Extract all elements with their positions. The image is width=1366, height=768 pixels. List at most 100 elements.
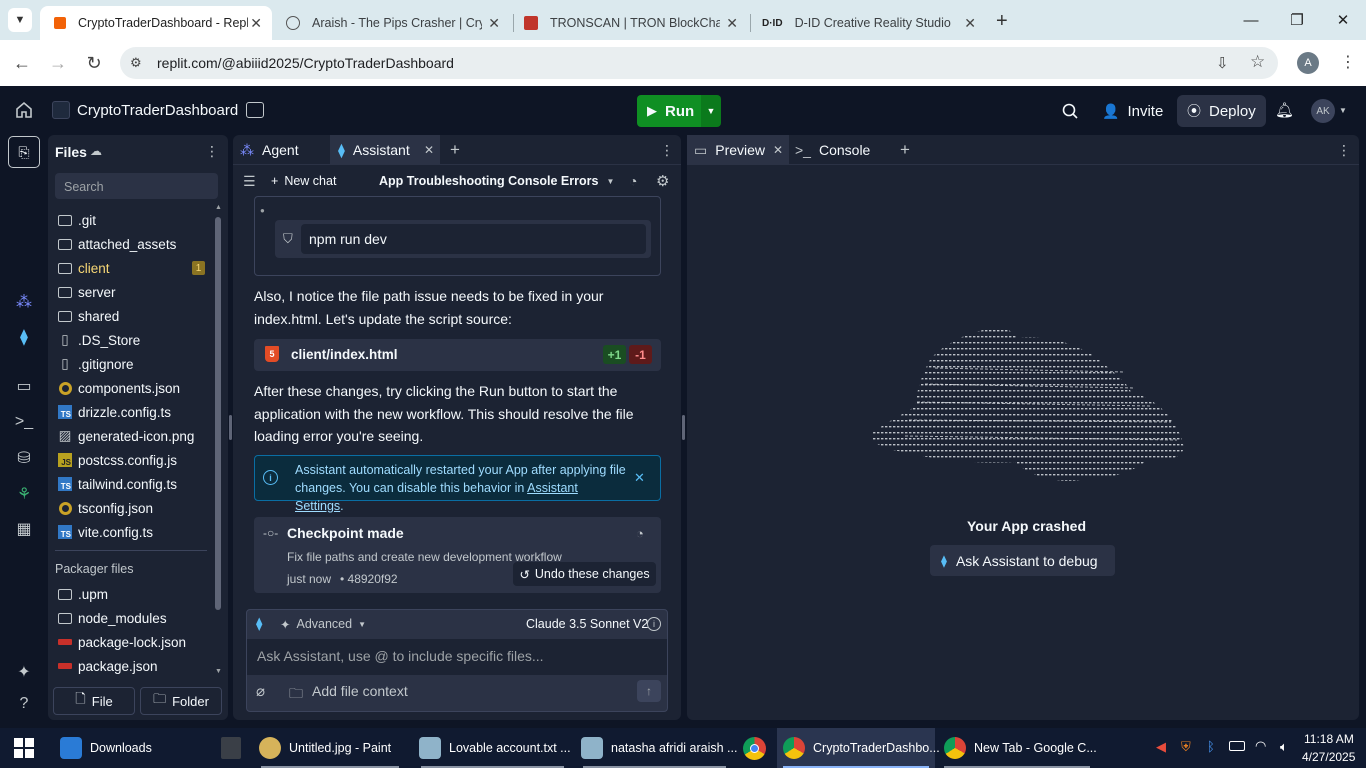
- file-item[interactable]: ▯ .gitignore: [57, 353, 133, 375]
- model-selector[interactable]: Claude 3.5 Sonnet V2: [526, 617, 648, 631]
- attach-icon[interactable]: ⌀: [256, 682, 265, 700]
- calculator-icon[interactable]: [221, 737, 241, 759]
- tab-agent[interactable]: ⁂ Agent: [240, 135, 299, 165]
- file-item[interactable]: package-lock.json: [57, 631, 186, 653]
- file-item[interactable]: ▯ .DS_Store: [57, 329, 140, 351]
- add-tab-icon[interactable]: +: [450, 140, 460, 160]
- window-close-icon[interactable]: ✕: [1320, 0, 1366, 40]
- file-item[interactable]: ▨ generated-icon.png: [57, 425, 195, 447]
- bluetooth-icon[interactable]: ᛒ: [1207, 739, 1215, 754]
- forward-arrow-icon[interactable]: →: [45, 50, 71, 76]
- close-tab-icon[interactable]: ✕: [726, 15, 738, 32]
- home-icon[interactable]: [15, 101, 33, 119]
- folder-item[interactable]: attached_assets: [57, 233, 176, 255]
- new-tab-icon[interactable]: +: [996, 10, 1008, 33]
- invite-button[interactable]: 👤 Invite: [1092, 95, 1173, 127]
- taskbar-downloads[interactable]: Downloads: [56, 728, 204, 768]
- taskbar-chrome-newtab[interactable]: New Tab - Google C...: [938, 728, 1097, 768]
- chevron-down-icon[interactable]: ▼: [1339, 106, 1347, 115]
- new-chat-button[interactable]: + New chat: [271, 174, 336, 188]
- minimize-icon[interactable]: —: [1228, 0, 1274, 40]
- folder-item[interactable]: .git: [57, 209, 96, 231]
- file-item[interactable]: package.json: [57, 655, 158, 677]
- run-button[interactable]: ▶ Run: [637, 95, 701, 127]
- close-tab-icon[interactable]: ✕: [964, 15, 976, 32]
- new-folder-button[interactable]: 🗀 Folder: [140, 687, 222, 715]
- restore-icon[interactable]: ❐: [1274, 0, 1320, 40]
- browser-tab-did[interactable]: D·ID D-ID Creative Reality Studio ✕: [748, 6, 986, 40]
- folder-item[interactable]: client 1: [57, 257, 205, 279]
- run-options-button[interactable]: ▼: [701, 95, 721, 127]
- browser-tab-tronscan[interactable]: TRONSCAN | TRON BlockChain ✕: [510, 6, 748, 40]
- deploy-button[interactable]: ⦿ Deploy: [1177, 95, 1266, 127]
- speaker-icon[interactable]: 🔈︎: [1280, 739, 1288, 755]
- sparkle-icon[interactable]: ✦: [12, 660, 36, 684]
- file-item[interactable]: TS vite.config.ts: [57, 521, 153, 543]
- send-button[interactable]: ↑: [637, 680, 661, 702]
- ask-assistant-debug-button[interactable]: ⧫ Ask Assistant to debug: [930, 545, 1115, 576]
- taskbar-notepad-natasha[interactable]: natasha afridi araish ...: [577, 728, 737, 768]
- close-tab-icon[interactable]: ✕: [424, 143, 434, 157]
- resize-handle[interactable]: [229, 415, 232, 440]
- undo-changes-button[interactable]: ↺ Undo these changes: [513, 562, 656, 586]
- security-icon[interactable]: ⛨: [1181, 739, 1191, 755]
- chat-history-icon[interactable]: ☰: [243, 173, 256, 190]
- file-item[interactable]: JS postcss.config.js: [57, 449, 177, 471]
- profile-avatar[interactable]: A: [1297, 52, 1319, 74]
- folder-item[interactable]: server: [57, 281, 116, 303]
- project-menu-icon[interactable]: [246, 102, 264, 118]
- bookmark-star-icon[interactable]: ☆: [1250, 52, 1265, 72]
- tab-console[interactable]: >_ Console: [795, 135, 870, 165]
- taskbar-notepad-lovable[interactable]: Lovable account.txt ...: [415, 728, 571, 768]
- notifications-bell-icon[interactable]: 🔔︎: [1275, 101, 1294, 119]
- help-icon[interactable]: ?: [12, 692, 36, 716]
- speed-icon[interactable]: ◔: [629, 173, 637, 189]
- files-menu-icon[interactable]: ⋮: [205, 143, 219, 160]
- user-avatar[interactable]: AK: [1311, 99, 1335, 123]
- taskbar-paint[interactable]: Untitled.jpg - Paint: [255, 728, 405, 768]
- back-arrow-icon[interactable]: ←: [9, 50, 35, 76]
- file-item[interactable]: TS drizzle.config.ts: [57, 401, 171, 423]
- deployments-icon[interactable]: ⚘: [12, 482, 36, 506]
- browser-tab-araish[interactable]: Araish - The Pips Crasher | Cryp ✕: [272, 6, 510, 40]
- taskbar-chrome-replit[interactable]: CryptoTraderDashbo...: [777, 728, 940, 768]
- clock-date[interactable]: 4/27/2025: [1302, 750, 1355, 764]
- resize-handle[interactable]: [682, 415, 685, 440]
- browser-menu-icon[interactable]: ⋮: [1340, 52, 1356, 72]
- file-item[interactable]: TS tailwind.config.ts: [57, 473, 177, 495]
- dismiss-banner-icon[interactable]: ✕: [634, 470, 645, 486]
- panel-menu-icon[interactable]: ⋮: [660, 142, 674, 159]
- search-icon[interactable]: [1062, 103, 1078, 119]
- mode-dropdown[interactable]: ✦ Advanced ▼: [280, 617, 366, 632]
- model-info-icon[interactable]: i: [647, 617, 661, 631]
- tab-search-button[interactable]: ▼: [8, 8, 32, 32]
- folder-item[interactable]: node_modules: [57, 607, 167, 629]
- add-tab-icon[interactable]: +: [900, 140, 910, 160]
- all-tools-icon[interactable]: ▦: [12, 517, 36, 541]
- battery-icon[interactable]: [1229, 741, 1245, 751]
- project-name[interactable]: CryptoTraderDashboard: [77, 102, 238, 119]
- files-tool-icon[interactable]: ⎘: [8, 136, 40, 168]
- reload-icon[interactable]: ↻: [81, 50, 107, 76]
- file-item[interactable]: tsconfig.json: [57, 497, 153, 519]
- close-tab-icon[interactable]: ✕: [773, 143, 783, 157]
- assistant-icon[interactable]: ⧫: [12, 325, 36, 349]
- settings-gear-icon[interactable]: ⚙: [656, 172, 669, 190]
- chrome-icon[interactable]: [743, 737, 766, 760]
- windows-start-icon[interactable]: [14, 738, 34, 758]
- file-item[interactable]: components.json: [57, 377, 180, 399]
- close-tab-icon[interactable]: ✕: [488, 15, 500, 32]
- clock-time[interactable]: 11:18 AM: [1304, 732, 1354, 746]
- close-tab-icon[interactable]: ✕: [250, 15, 262, 32]
- install-app-icon[interactable]: ⇩: [1216, 54, 1229, 72]
- tab-assistant[interactable]: ⧫ Assistant ✕: [330, 135, 440, 165]
- agent-icon[interactable]: ⁂: [12, 290, 36, 314]
- console-icon[interactable]: >_: [12, 410, 36, 434]
- volume-muted-icon[interactable]: ◀: [1156, 739, 1166, 755]
- tab-preview[interactable]: ▭ Preview ✕: [687, 135, 789, 165]
- site-settings-icon[interactable]: ⚙: [130, 55, 142, 71]
- panel-menu-icon[interactable]: ⋮: [1337, 142, 1351, 159]
- scroll-up-icon[interactable]: ▲: [215, 204, 222, 211]
- url-text[interactable]: replit.com/@abiiid2025/CryptoTraderDashb…: [157, 55, 454, 71]
- files-scrollbar[interactable]: [215, 217, 221, 610]
